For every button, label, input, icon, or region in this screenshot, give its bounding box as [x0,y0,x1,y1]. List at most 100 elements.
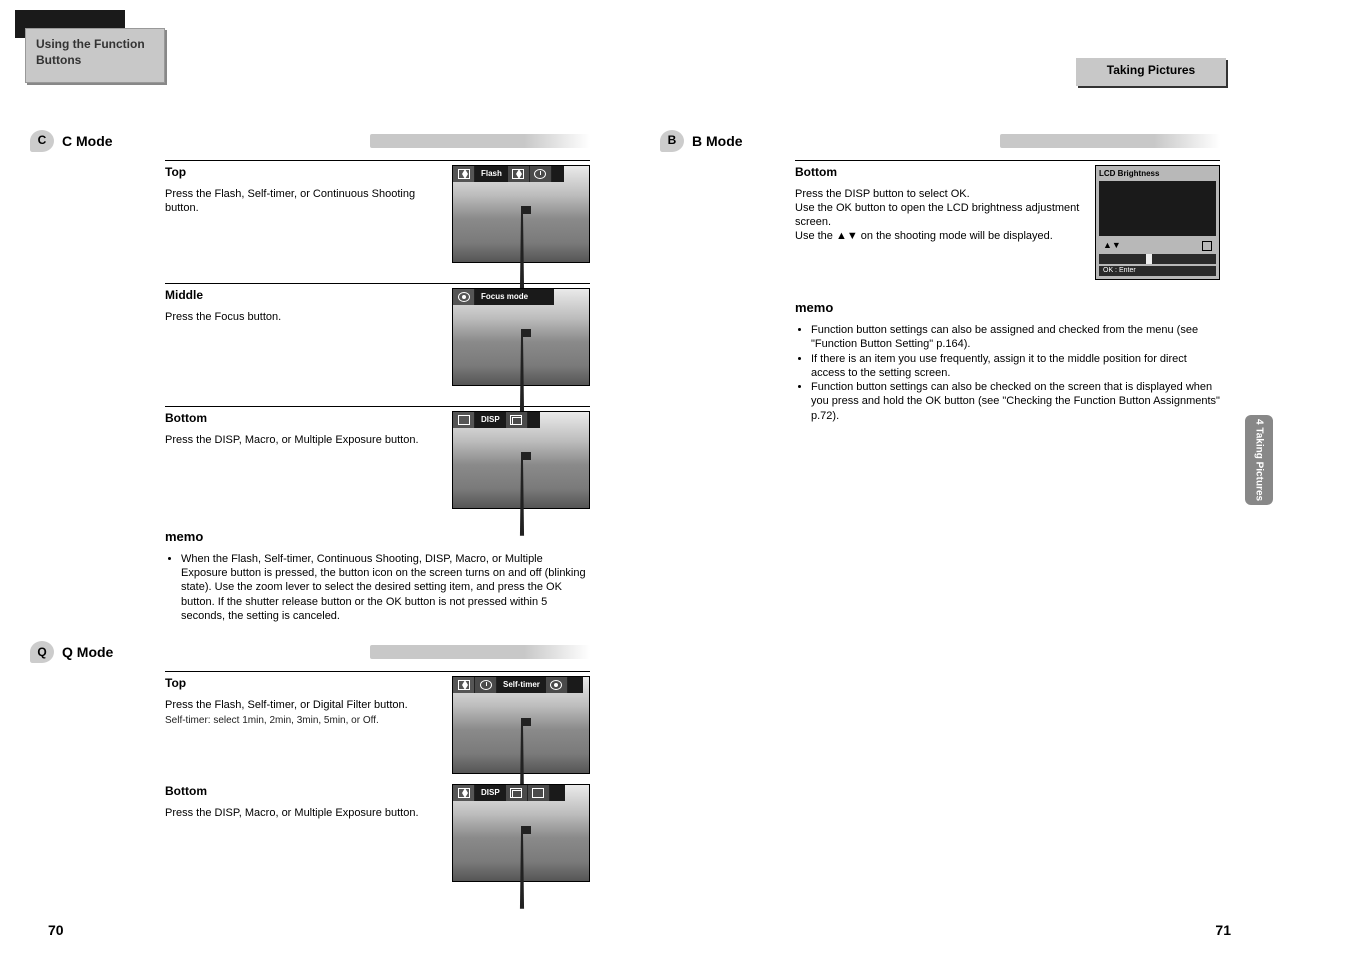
strip-body: Bottom Press the DISP, Macro, or Multipl… [165,784,452,820]
checkbox-icon [1202,241,1212,251]
memo-block-b: memo Function button settings can also b… [795,300,1220,423]
mode-label-c: C Mode [62,132,113,150]
memo-block-c: memo When the Flash, Self-timer, Continu… [165,529,590,623]
heading-bar [1000,134,1220,148]
thumb-bar: Flash [453,166,564,182]
seg-label: Flash [475,166,508,182]
mode-heading-c: C C Mode [30,130,590,152]
rail-graphic [520,337,524,413]
mode-heading-q: Q Q Mode [30,641,590,663]
brightness-thumb: LCD Brightness ▲▼ OK : Enter [1095,165,1220,280]
rect-icon [528,785,550,801]
page-number-right: 71 [1215,921,1231,939]
flash-icon [453,785,475,801]
seg-spacer [528,412,540,428]
strip-body: Middle Press the Focus button. [165,288,452,324]
screen-thumb: DISP [452,784,590,882]
header-line1: Using the Function [36,37,154,53]
bright-ok: OK : Enter [1099,266,1216,276]
top-right-title: Taking Pictures [1107,63,1195,77]
strip-c-bottom: Bottom Press the DISP, Macro, or Multipl… [165,406,590,509]
strip-body: Top Press the Flash, Self-timer, or Digi… [165,676,452,727]
heading-bar [370,134,590,148]
memo-item: Function button settings can also be ass… [811,323,1220,352]
strip-body: Bottom Press the DISP button to select O… [795,165,1095,244]
seg-label: Self-timer [497,677,546,693]
layer-title: Bottom [165,784,442,800]
screen-thumb: Flash [452,165,590,263]
mode-dot-q: Q [30,641,54,663]
flash-icon [508,166,530,182]
mode-label-b: B Mode [692,132,743,150]
continuous-icon [506,785,528,801]
strip-b-bottom: Bottom Press the DISP button to select O… [795,160,1220,280]
flash-icon [453,166,475,182]
thumb-bar: Focus mode [453,289,554,305]
eye-icon [546,677,568,693]
heading-bar [370,645,590,659]
bright-arrows-row: ▲▼ [1099,240,1216,252]
mode-dot-b: B [660,130,684,152]
timer-icon [530,166,552,182]
rail-graphic [520,833,524,909]
flash-icon [453,677,475,693]
seg-spacer [568,677,583,693]
header-block: Using the Function Buttons [15,10,160,83]
rail-graphic [520,214,524,290]
screen-thumb: Self-timer [452,676,590,774]
layer-text: Press the Flash, Self-timer, or Digital … [165,698,442,712]
right-column: B B Mode Bottom Press the DISP button to… [660,130,1220,423]
layer-text: Press the DISP, Macro, or Multiple Expos… [165,806,442,820]
thumb-bar: Self-timer [453,677,583,693]
rect-icon [453,412,475,428]
mode-dot-c: C [30,130,54,152]
layer-title: Top [165,165,442,181]
layer-title: Bottom [795,165,1085,181]
screen-thumb: Focus mode [452,288,590,386]
strip-q-top: Top Press the Flash, Self-timer, or Digi… [165,671,590,774]
page-section-title: Using the Function Buttons [25,28,165,83]
memo-item: If there is an item you use frequently, … [811,352,1220,381]
seg-spacer [550,785,565,801]
left-column: C C Mode Top Press the Flash, Self-timer… [30,130,590,902]
seg-label: DISP [475,785,506,801]
page-number-left: 70 [48,921,64,939]
layer-text: Press the DISP, Macro, or Multiple Expos… [165,433,442,447]
memo-list: When the Flash, Self-timer, Continuous S… [165,552,590,623]
seg-spacer [552,166,564,182]
layer-title: Middle [165,288,442,304]
bright-title: LCD Brightness [1099,169,1216,179]
layer-text-line: Press the DISP button to select OK. [795,187,1085,201]
rail-graphic [520,460,524,536]
layer-title: Top [165,676,442,692]
thumb-bar: DISP [453,412,540,428]
memo-item: Function button settings can also be che… [811,380,1220,423]
seg-spacer [534,289,554,305]
layer-text: Press the Flash, Self-timer, or Continuo… [165,187,442,216]
thumb-bar: DISP [453,785,565,801]
memo-title: memo [795,300,1220,317]
strip-c-top: Top Press the Flash, Self-timer, or Cont… [165,160,590,263]
bright-slider [1099,254,1216,264]
memo-list: Function button settings can also be ass… [795,323,1220,423]
mode-heading-b: B B Mode [660,130,1220,152]
memo-title: memo [165,529,590,546]
arrows-label: ▲▼ [1103,240,1121,252]
memo-item: When the Flash, Self-timer, Continuous S… [181,552,590,623]
seg-label: DISP [475,412,506,428]
strip-body: Top Press the Flash, Self-timer, or Cont… [165,165,452,215]
side-tab: 4 Taking Pictures [1245,415,1273,505]
mode-label-q: Q Mode [62,643,113,661]
continuous-icon [506,412,528,428]
timer-icon [475,677,497,693]
bright-screen [1099,181,1216,236]
slider-indicator [1146,254,1152,264]
layer-text: Press the Focus button. [165,310,442,324]
strip-body: Bottom Press the DISP, Macro, or Multipl… [165,411,452,447]
layer-sub: Self-timer: select 1min, 2min, 3min, 5mi… [165,714,442,727]
strip-q-bottom: Bottom Press the DISP, Macro, or Multipl… [165,784,590,882]
layer-title: Bottom [165,411,442,427]
layer-text-line: Use the OK button to open the LCD bright… [795,201,1085,230]
screen-thumb: DISP [452,411,590,509]
side-tab-label: 4 Taking Pictures [1253,419,1266,501]
